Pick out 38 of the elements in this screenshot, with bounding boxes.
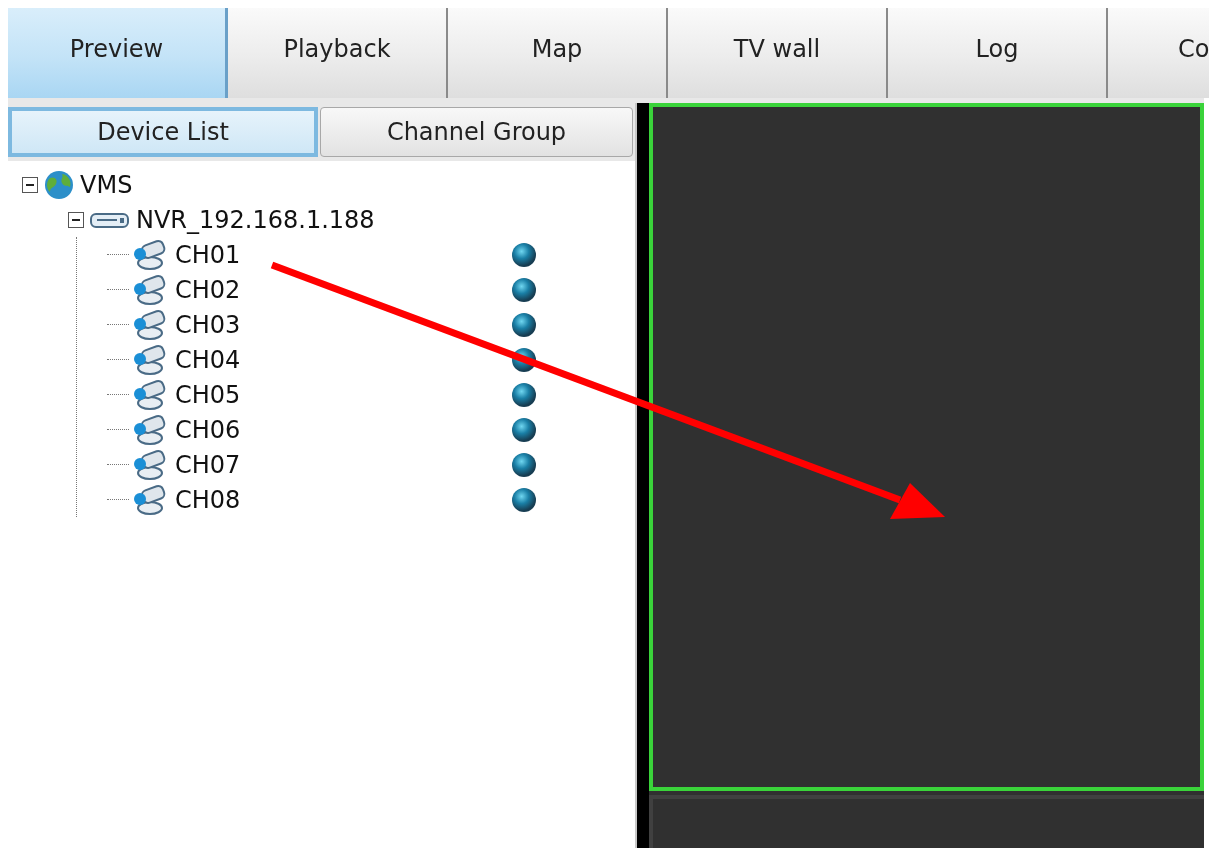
tab[interactable]: Playback: [228, 8, 448, 98]
tab[interactable]: Co: [1108, 8, 1210, 98]
status-dot-icon: [511, 381, 537, 408]
collapse-toggle[interactable]: [68, 211, 84, 228]
tree-item[interactable]: CH01: [175, 240, 241, 269]
globe-icon: [44, 169, 74, 200]
tree-item[interactable]: CH02: [175, 275, 241, 304]
tab[interactable]: TV wall: [668, 8, 888, 98]
camera-icon: [133, 413, 167, 446]
tab[interactable]: Map: [448, 8, 668, 98]
camera-icon: [133, 308, 167, 341]
tree-item[interactable]: CH06: [175, 415, 241, 444]
status-dot-icon: [511, 451, 537, 478]
tree-item[interactable]: CH03: [175, 310, 241, 339]
tree-item[interactable]: CH07: [175, 450, 241, 479]
camera-icon: [133, 343, 167, 376]
camera-icon: [133, 378, 167, 411]
status-dot-icon: [511, 276, 537, 303]
collapse-toggle[interactable]: [22, 176, 38, 193]
panel-tab[interactable]: Channel Group: [320, 107, 633, 157]
camera-icon: [133, 238, 167, 271]
status-dot-icon: [511, 486, 537, 513]
tree-item[interactable]: CH05: [175, 380, 241, 409]
camera-icon: [133, 273, 167, 306]
status-dot-icon: [511, 416, 537, 443]
status-dot-icon: [511, 241, 537, 268]
tab[interactable]: Log: [888, 8, 1108, 98]
tree-item[interactable]: VMS: [80, 170, 133, 199]
tree-item[interactable]: NVR_192.168.1.188: [136, 205, 375, 234]
status-dot-icon: [511, 346, 537, 373]
video-pane[interactable]: [649, 103, 1204, 791]
tab[interactable]: Preview: [8, 8, 228, 98]
status-dot-icon: [511, 311, 537, 338]
camera-icon: [133, 448, 167, 481]
camera-icon: [133, 483, 167, 516]
tree-item[interactable]: CH08: [175, 485, 241, 514]
panel-tab[interactable]: Device List: [8, 107, 318, 157]
tree-item[interactable]: CH04: [175, 345, 241, 374]
